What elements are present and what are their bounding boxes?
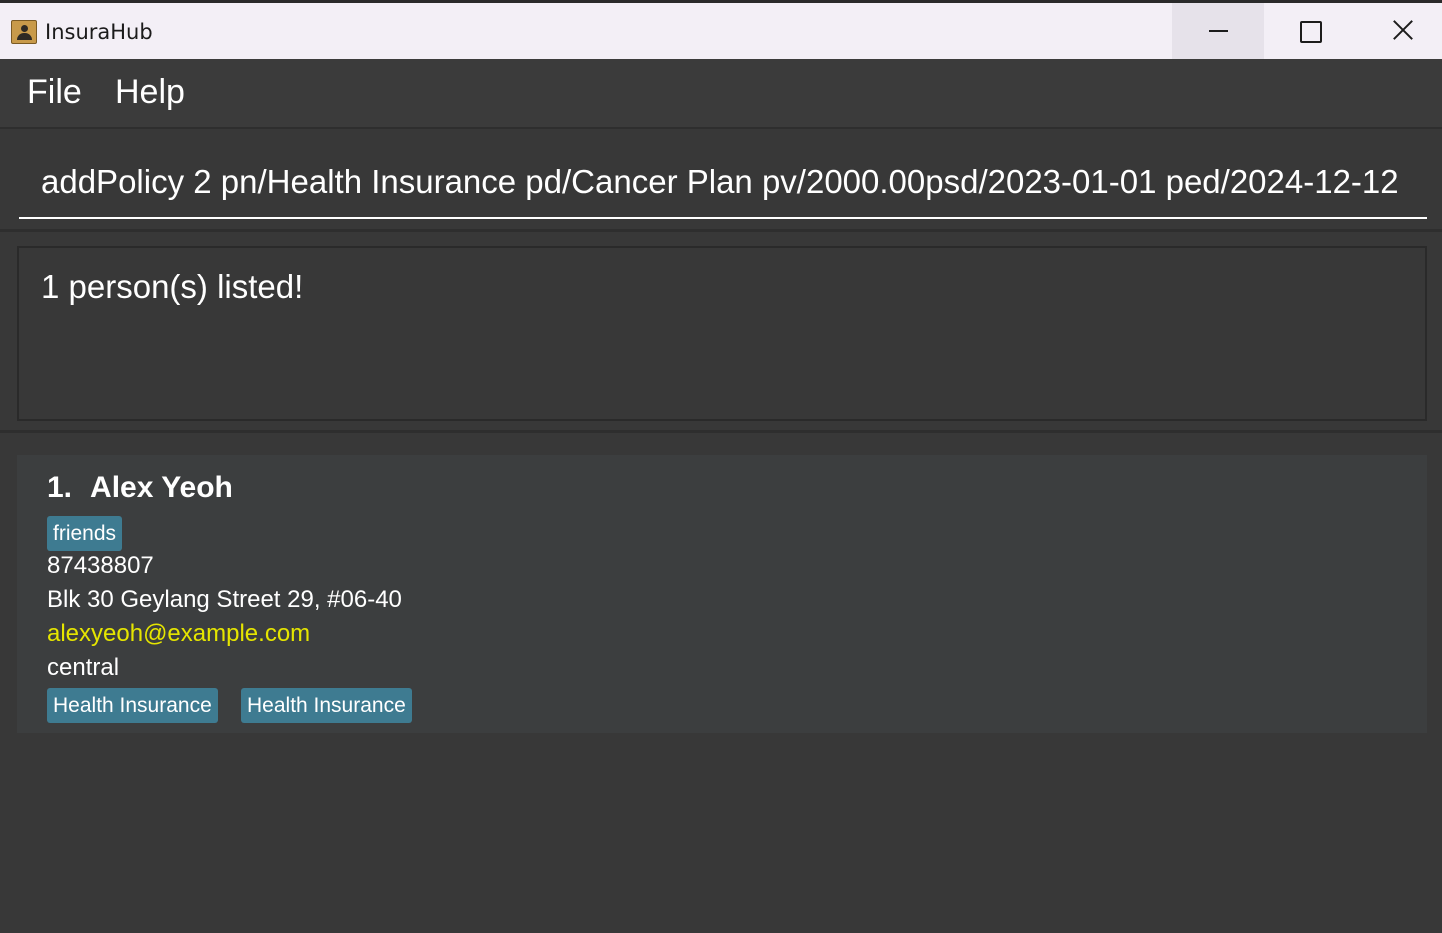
command-input[interactable]: addPolicy 2 pn/Health Insurance pd/Cance… — [19, 149, 1427, 219]
result-display-panel: 1 person(s) listed! — [0, 235, 1442, 433]
window-title: InsuraHub — [45, 20, 153, 44]
close-button[interactable] — [1356, 3, 1442, 59]
tag-badge: friends — [47, 516, 123, 551]
person-list[interactable]: 1. Alex Yeoh friends 87438807 Blk 30 Geyl… — [0, 436, 1442, 933]
person-index: 1. — [47, 471, 73, 504]
person-card[interactable]: 1. Alex Yeoh friends 87438807 Blk 30 Geyl… — [17, 455, 1427, 733]
menu-file[interactable]: File — [27, 73, 82, 112]
command-input-text: addPolicy 2 pn/Health Insurance pd/Cance… — [41, 163, 1399, 200]
menu-help[interactable]: Help — [115, 73, 185, 112]
menu-bar: File Help — [0, 59, 1442, 129]
maximize-button[interactable] — [1264, 3, 1356, 59]
person-phone: 87438807 — [47, 552, 154, 579]
person-name: Alex Yeoh — [90, 471, 233, 504]
policy-badge: Health Insurance — [241, 688, 412, 723]
person-region: central — [47, 654, 120, 681]
person-email: alexyeoh@example.com — [47, 620, 311, 647]
address-book-icon — [11, 20, 37, 44]
minimize-button[interactable] — [1172, 3, 1264, 59]
result-message: 1 person(s) listed! — [41, 268, 304, 305]
title-bar: InsuraHub — [0, 0, 1442, 59]
result-display[interactable]: 1 person(s) listed! — [17, 246, 1427, 421]
person-name-row: 1. Alex Yeoh — [47, 471, 233, 505]
person-address: Blk 30 Geylang Street 29, #06-40 — [47, 586, 402, 613]
policy-badge: Health Insurance — [47, 688, 218, 723]
command-box-panel: addPolicy 2 pn/Health Insurance pd/Cance… — [0, 131, 1442, 232]
